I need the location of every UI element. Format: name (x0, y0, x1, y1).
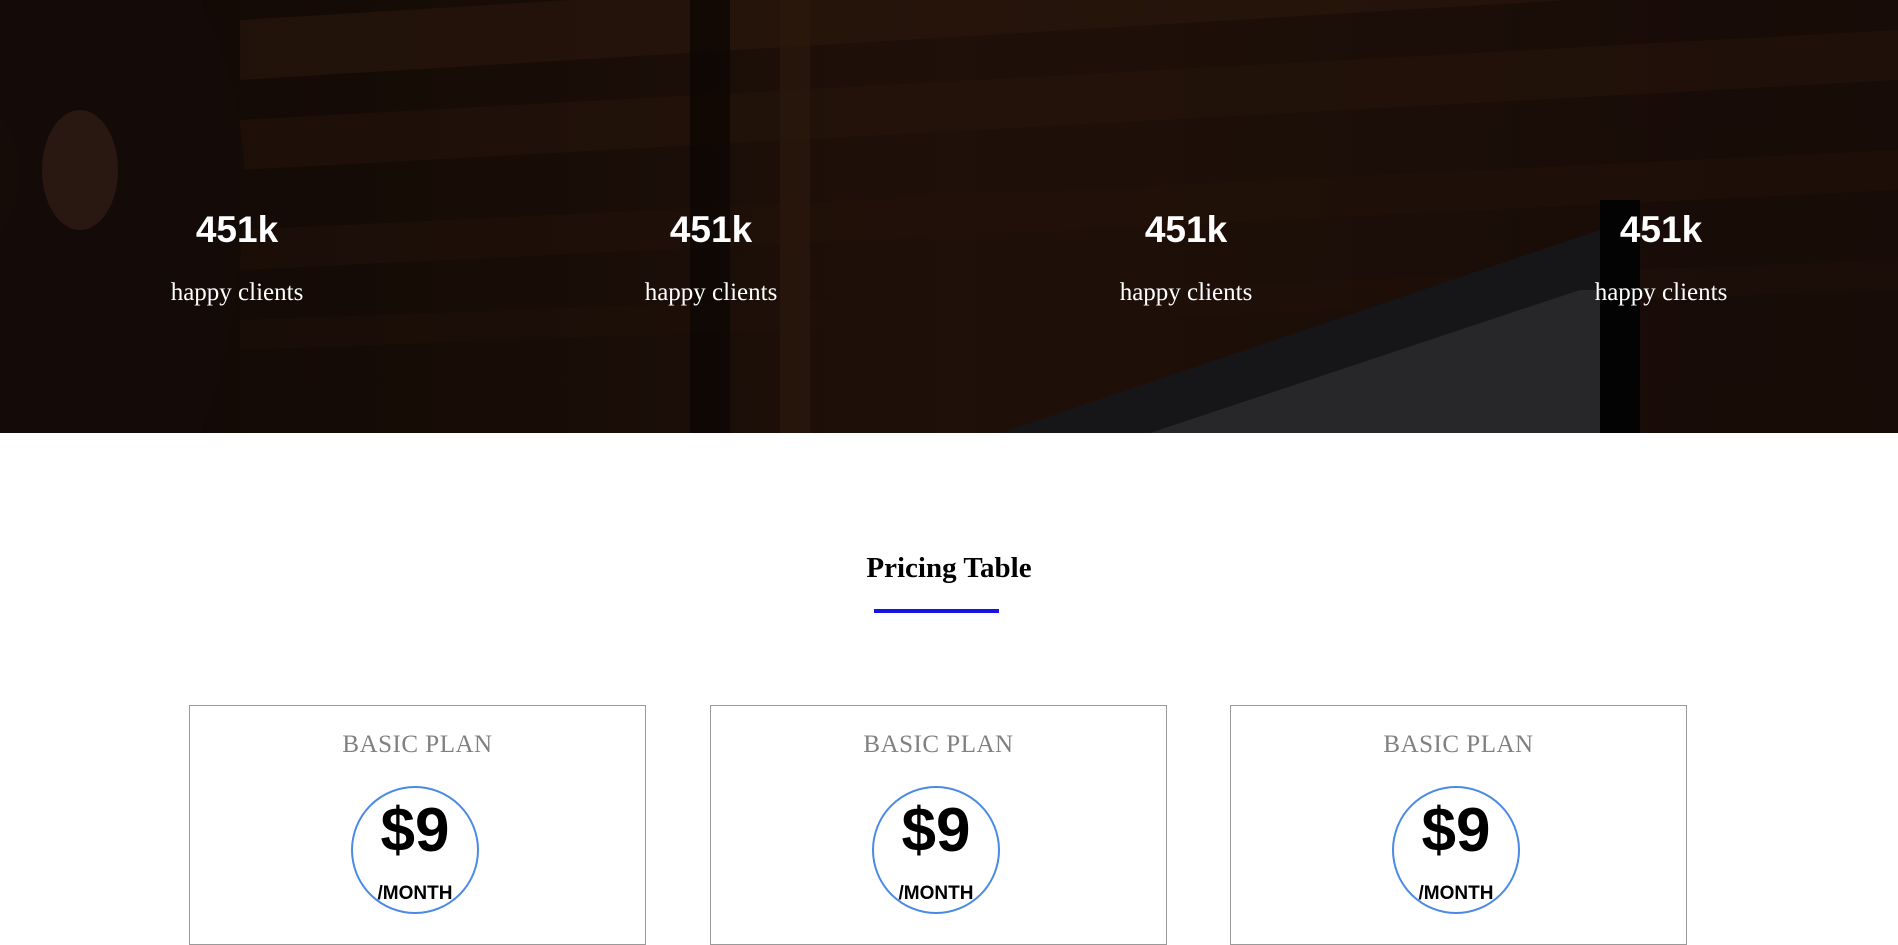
stat-label: happy clients (644, 279, 778, 306)
plan-name: BASIC PLAN (863, 731, 1014, 758)
stat-number: 451k (195, 209, 279, 250)
plan-period: /MONTH (377, 883, 453, 904)
title-underline-divider (874, 609, 999, 613)
stat-label: happy clients (1594, 279, 1728, 306)
plan-period: /MONTH (898, 883, 974, 904)
stat-label: happy clients (170, 279, 304, 306)
price-circle: $9 /MONTH (1392, 786, 1520, 914)
plan-price: $9 (901, 796, 971, 865)
stat-number: 451k (669, 209, 753, 250)
stat-item: 451k happy clients (561, 205, 861, 308)
stat-number: 451k (1144, 209, 1228, 250)
pricing-section-title: Pricing Table (866, 552, 1032, 584)
stat-item: 451k happy clients (87, 205, 387, 308)
pricing-card[interactable]: BASIC PLAN $9 /MONTH (710, 705, 1167, 945)
stat-item: 451k happy clients (1036, 205, 1336, 308)
pricing-card[interactable]: BASIC PLAN $9 /MONTH (189, 705, 646, 945)
plan-period: /MONTH (1418, 883, 1494, 904)
plan-name: BASIC PLAN (342, 731, 493, 758)
price-circle: $9 /MONTH (351, 786, 479, 914)
stats-hero-section: 451k happy clients 451k happy clients 45… (0, 0, 1898, 433)
plan-price: $9 (380, 796, 450, 865)
plan-price: $9 (1421, 796, 1491, 865)
price-circle: $9 /MONTH (872, 786, 1000, 914)
pricing-card[interactable]: BASIC PLAN $9 /MONTH (1230, 705, 1687, 945)
stat-label: happy clients (1119, 279, 1253, 306)
stat-item: 451k happy clients (1511, 205, 1811, 308)
stat-number: 451k (1619, 209, 1703, 250)
plan-name: BASIC PLAN (1383, 731, 1534, 758)
